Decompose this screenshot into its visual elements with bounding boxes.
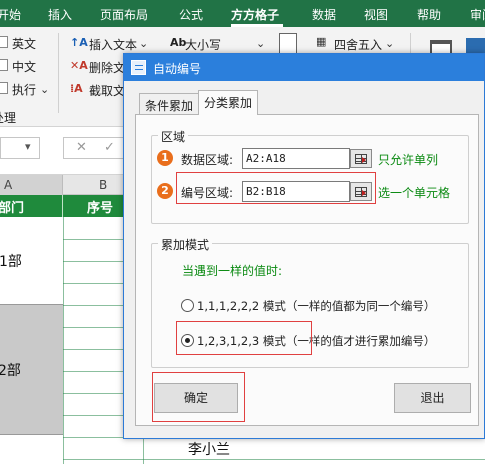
tab-category-accumulate[interactable]: 分类累加 (198, 90, 259, 115)
grid-line (63, 459, 485, 460)
highlight-number-region (176, 172, 376, 204)
cancel-icon[interactable]: ✕ (76, 140, 87, 155)
ribbon-chinese[interactable]: 中文 (12, 58, 36, 75)
ribbon-english[interactable]: 英文 (12, 35, 36, 52)
column-label: A (4, 178, 13, 192)
confirm-icon[interactable]: ✓ (104, 140, 115, 155)
ribbon-group-label: 处理 (0, 111, 17, 125)
ribbon-execute[interactable]: 执行 (12, 81, 36, 98)
column-header-a[interactable]: A (0, 175, 63, 195)
formula-buttons: ✕ ✓ (63, 137, 127, 159)
mode-option-same-number[interactable]: 1,1,1,2,2,2 模式（一样的值都为同一个编号） (197, 298, 435, 314)
region-group: 区域 1 数据区域: A2:A18 只允许单列 2 编号区域: B2:B18 选… (151, 128, 469, 224)
mode-group-title: 累加模式 (158, 236, 213, 253)
menu-help[interactable]: 帮助 (417, 6, 441, 23)
menu-fangfang[interactable]: 方方格子 (231, 6, 279, 23)
dialog-titlebar[interactable]: 自动编号 (124, 54, 484, 81)
menu-data[interactable]: 数据 (312, 6, 336, 23)
data-region-label: 数据区域: (181, 153, 234, 167)
column-header-b[interactable]: B (99, 178, 107, 192)
menu-home[interactable]: 开始 (0, 6, 21, 23)
data-region-input[interactable]: A2:A18 (242, 148, 350, 169)
chevron-down-icon[interactable]: ⌄ (385, 37, 394, 50)
tab-panel: 区域 1 数据区域: A2:A18 只允许单列 2 编号区域: B2:B18 选… (135, 114, 479, 426)
delete-text-icon: ✕A (70, 59, 88, 72)
mode-group: 累加模式 当遇到一样的值时: 1,1,1,2,2,2 模式（一样的值都为同一个编… (151, 236, 469, 368)
ribbon-separator (58, 33, 59, 113)
menu-formulas[interactable]: 公式 (179, 6, 203, 23)
ribbon-round[interactable]: 四舍五入 (334, 36, 382, 53)
mode-radio-same-number[interactable] (181, 299, 194, 312)
cell-dept-2[interactable]: 2部 (0, 305, 63, 435)
ribbon-case[interactable]: 大小写 (185, 36, 221, 53)
chevron-down-icon[interactable]: ⌄ (139, 37, 148, 50)
excel-menubar: 开始 插入 页面布局 公式 方方格子 数据 视图 帮助 审阅 (0, 0, 485, 27)
menu-view[interactable]: 视图 (364, 6, 388, 23)
header-text: 序号 (87, 201, 114, 216)
cell-text: 1部 (0, 254, 22, 270)
ribbon-insert-text[interactable]: 插入文本 (89, 36, 137, 53)
number-region-hint: 选一个单元格 (378, 186, 451, 200)
range-select-icon[interactable] (350, 149, 372, 168)
menu-page-layout[interactable]: 页面布局 (100, 6, 148, 23)
menu-insert[interactable]: 插入 (48, 6, 72, 23)
dialog-title: 自动编号 (153, 62, 202, 76)
case-icon: Ab (170, 36, 187, 49)
chevron-down-icon[interactable]: ⌄ (256, 37, 265, 50)
mode-prompt: 当遇到一样的值时: (182, 264, 283, 278)
region-group-title: 区域 (158, 128, 189, 145)
chevron-down-icon[interactable]: ⌄ (40, 83, 49, 96)
cell-name[interactable]: 李小兰 (188, 439, 230, 459)
name-box[interactable]: ▾ (0, 137, 40, 159)
highlight-ok-button (152, 372, 245, 422)
exit-button[interactable]: 退出 (394, 383, 471, 413)
round-icon: ▦ (316, 35, 327, 48)
highlight-accumulate-option (176, 321, 312, 355)
checkbox-icon (0, 36, 8, 48)
step-badge-2: 2 (157, 183, 173, 199)
header-text: 部门 (0, 201, 25, 216)
grid-line (63, 217, 64, 464)
menu-review[interactable]: 审阅 (470, 6, 485, 23)
insert-text-icon: ↑A (70, 36, 88, 49)
chevron-down-icon[interactable]: ▾ (25, 140, 31, 153)
tab-conditional-accumulate[interactable]: 条件累加 (139, 93, 200, 114)
cell-dept-1[interactable]: 1部 (0, 217, 63, 305)
cell-dept-3[interactable] (0, 435, 63, 464)
auto-number-dialog: 自动编号 条件累加 分类累加 区域 1 数据区域: A2:A18 只允许单列 2… (123, 53, 485, 439)
checkbox-icon (0, 82, 8, 94)
document-icon (279, 33, 297, 55)
checkbox-icon (0, 59, 8, 71)
form-icon (131, 60, 146, 75)
extract-text-icon: ⁞A (70, 82, 83, 95)
cell-text: 2部 (0, 363, 21, 379)
data-region-hint: 只允许单列 (378, 153, 439, 167)
header-cell-dept[interactable]: 部门 (0, 195, 63, 217)
step-badge-1: 1 (157, 150, 173, 166)
